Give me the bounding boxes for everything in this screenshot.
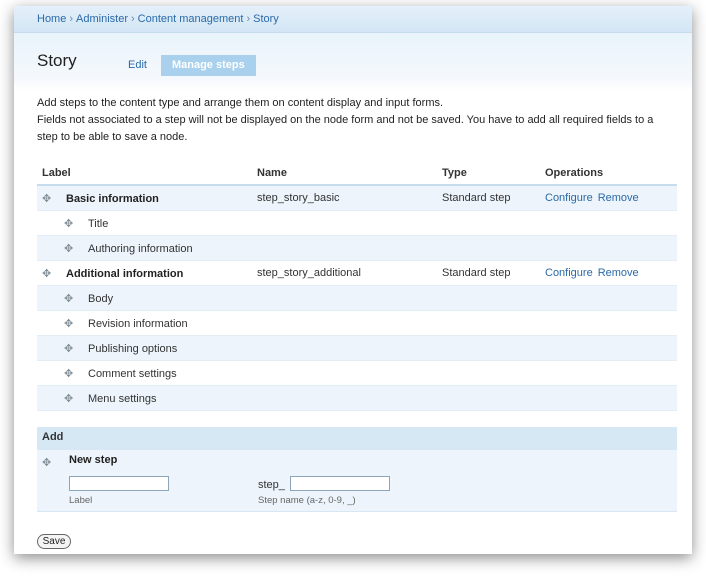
field-row-authoring-information: ✥ Authoring information: [37, 235, 677, 261]
field-row-body: ✥ Body: [37, 285, 677, 311]
configure-link[interactable]: Configure: [545, 267, 593, 279]
help-line-1: Add steps to the content type and arrang…: [37, 97, 444, 109]
help-text: Add steps to the content type and arrang…: [37, 91, 677, 146]
main-content: Add steps to the content type and arrang…: [37, 91, 677, 512]
add-header: Add: [37, 427, 677, 450]
field-row-comment-settings: ✥ Comment settings: [37, 360, 677, 386]
new-step-title: New step: [69, 454, 118, 466]
tab-bar: Edit Manage steps: [117, 55, 259, 76]
drag-handle-icon[interactable]: ✥: [64, 367, 76, 380]
drag-handle-icon[interactable]: ✥: [64, 342, 76, 355]
drag-handle-icon[interactable]: ✥: [64, 392, 76, 405]
column-header-label: Label: [37, 162, 252, 186]
field-row-title: ✥ Title: [37, 210, 677, 236]
field-label: Authoring information: [88, 242, 193, 255]
steps-table: Label Name Type Operations ✥ Basic inform…: [37, 162, 677, 411]
field-label: Revision information: [88, 317, 188, 330]
new-step-label-input[interactable]: [69, 476, 169, 491]
breadcrumb-separator: ›: [246, 13, 251, 25]
new-step-name-input[interactable]: [290, 476, 390, 491]
breadcrumb-administer[interactable]: Administer: [76, 13, 128, 25]
label-description: Label: [69, 495, 93, 506]
field-label: Menu settings: [88, 392, 157, 405]
breadcrumb-story[interactable]: Story: [253, 13, 279, 25]
breadcrumb-separator: ›: [130, 13, 135, 25]
table-header-row: Label Name Type Operations: [37, 162, 677, 186]
field-row-publishing-options: ✥ Publishing options: [37, 335, 677, 361]
column-header-type: Type: [437, 162, 540, 186]
page-title: Story: [37, 51, 77, 70]
field-label: Publishing options: [88, 342, 178, 355]
step-name: step_story_basic: [252, 185, 437, 211]
save-button[interactable]: Save: [37, 534, 71, 549]
app-window: Home › Administer › Content management › Story…: [14, 6, 692, 554]
step-name-description: Step name (a-z, 0-9, _): [258, 495, 356, 506]
breadcrumb-separator: ›: [69, 13, 74, 25]
remove-link[interactable]: Remove: [598, 267, 639, 279]
page-header: Story Edit Manage steps: [14, 33, 692, 91]
new-step-row: ✥ New step Label step_ Step name (a-z, 0…: [37, 450, 677, 512]
breadcrumb: Home › Administer › Content management › Story: [14, 6, 692, 33]
step-name: step_story_additional: [252, 260, 437, 286]
help-line-2: Fields not associated to a step will not…: [37, 114, 654, 143]
tab-manage-steps[interactable]: Manage steps: [160, 55, 256, 76]
step-type: Standard step: [437, 260, 540, 286]
field-label: Comment settings: [88, 367, 177, 380]
column-header-name: Name: [252, 162, 437, 186]
step-name-prefix: step_: [258, 479, 285, 491]
field-label: Body: [88, 292, 114, 305]
drag-handle-icon[interactable]: ✥: [42, 456, 54, 469]
field-label: Title: [88, 217, 109, 230]
breadcrumb-content-management[interactable]: Content management: [138, 13, 244, 25]
drag-handle-icon[interactable]: ✥: [64, 292, 76, 305]
field-row-menu-settings: ✥ Menu settings: [37, 385, 677, 411]
breadcrumb-home[interactable]: Home: [37, 13, 66, 25]
step-row-basic-information: ✥ Basic information step_story_basic Stan…: [37, 185, 677, 211]
step-row-additional-information: ✥ Additional information step_story_addit…: [37, 260, 677, 286]
column-header-operations: Operations: [540, 162, 677, 186]
drag-handle-icon[interactable]: ✥: [42, 267, 54, 280]
add-step-section: Add ✥ New step Label step_ Step name (a-…: [37, 427, 677, 512]
step-label: Basic information: [66, 192, 159, 205]
field-row-revision-information: ✥ Revision information: [37, 310, 677, 336]
step-type: Standard step: [437, 185, 540, 211]
drag-handle-icon[interactable]: ✥: [64, 217, 76, 230]
remove-link[interactable]: Remove: [598, 192, 639, 204]
tab-edit[interactable]: Edit: [117, 55, 158, 76]
configure-link[interactable]: Configure: [545, 192, 593, 204]
step-label: Additional information: [66, 267, 184, 280]
drag-handle-icon[interactable]: ✥: [64, 317, 76, 330]
drag-handle-icon[interactable]: ✥: [42, 192, 54, 205]
drag-handle-icon[interactable]: ✥: [64, 242, 76, 255]
